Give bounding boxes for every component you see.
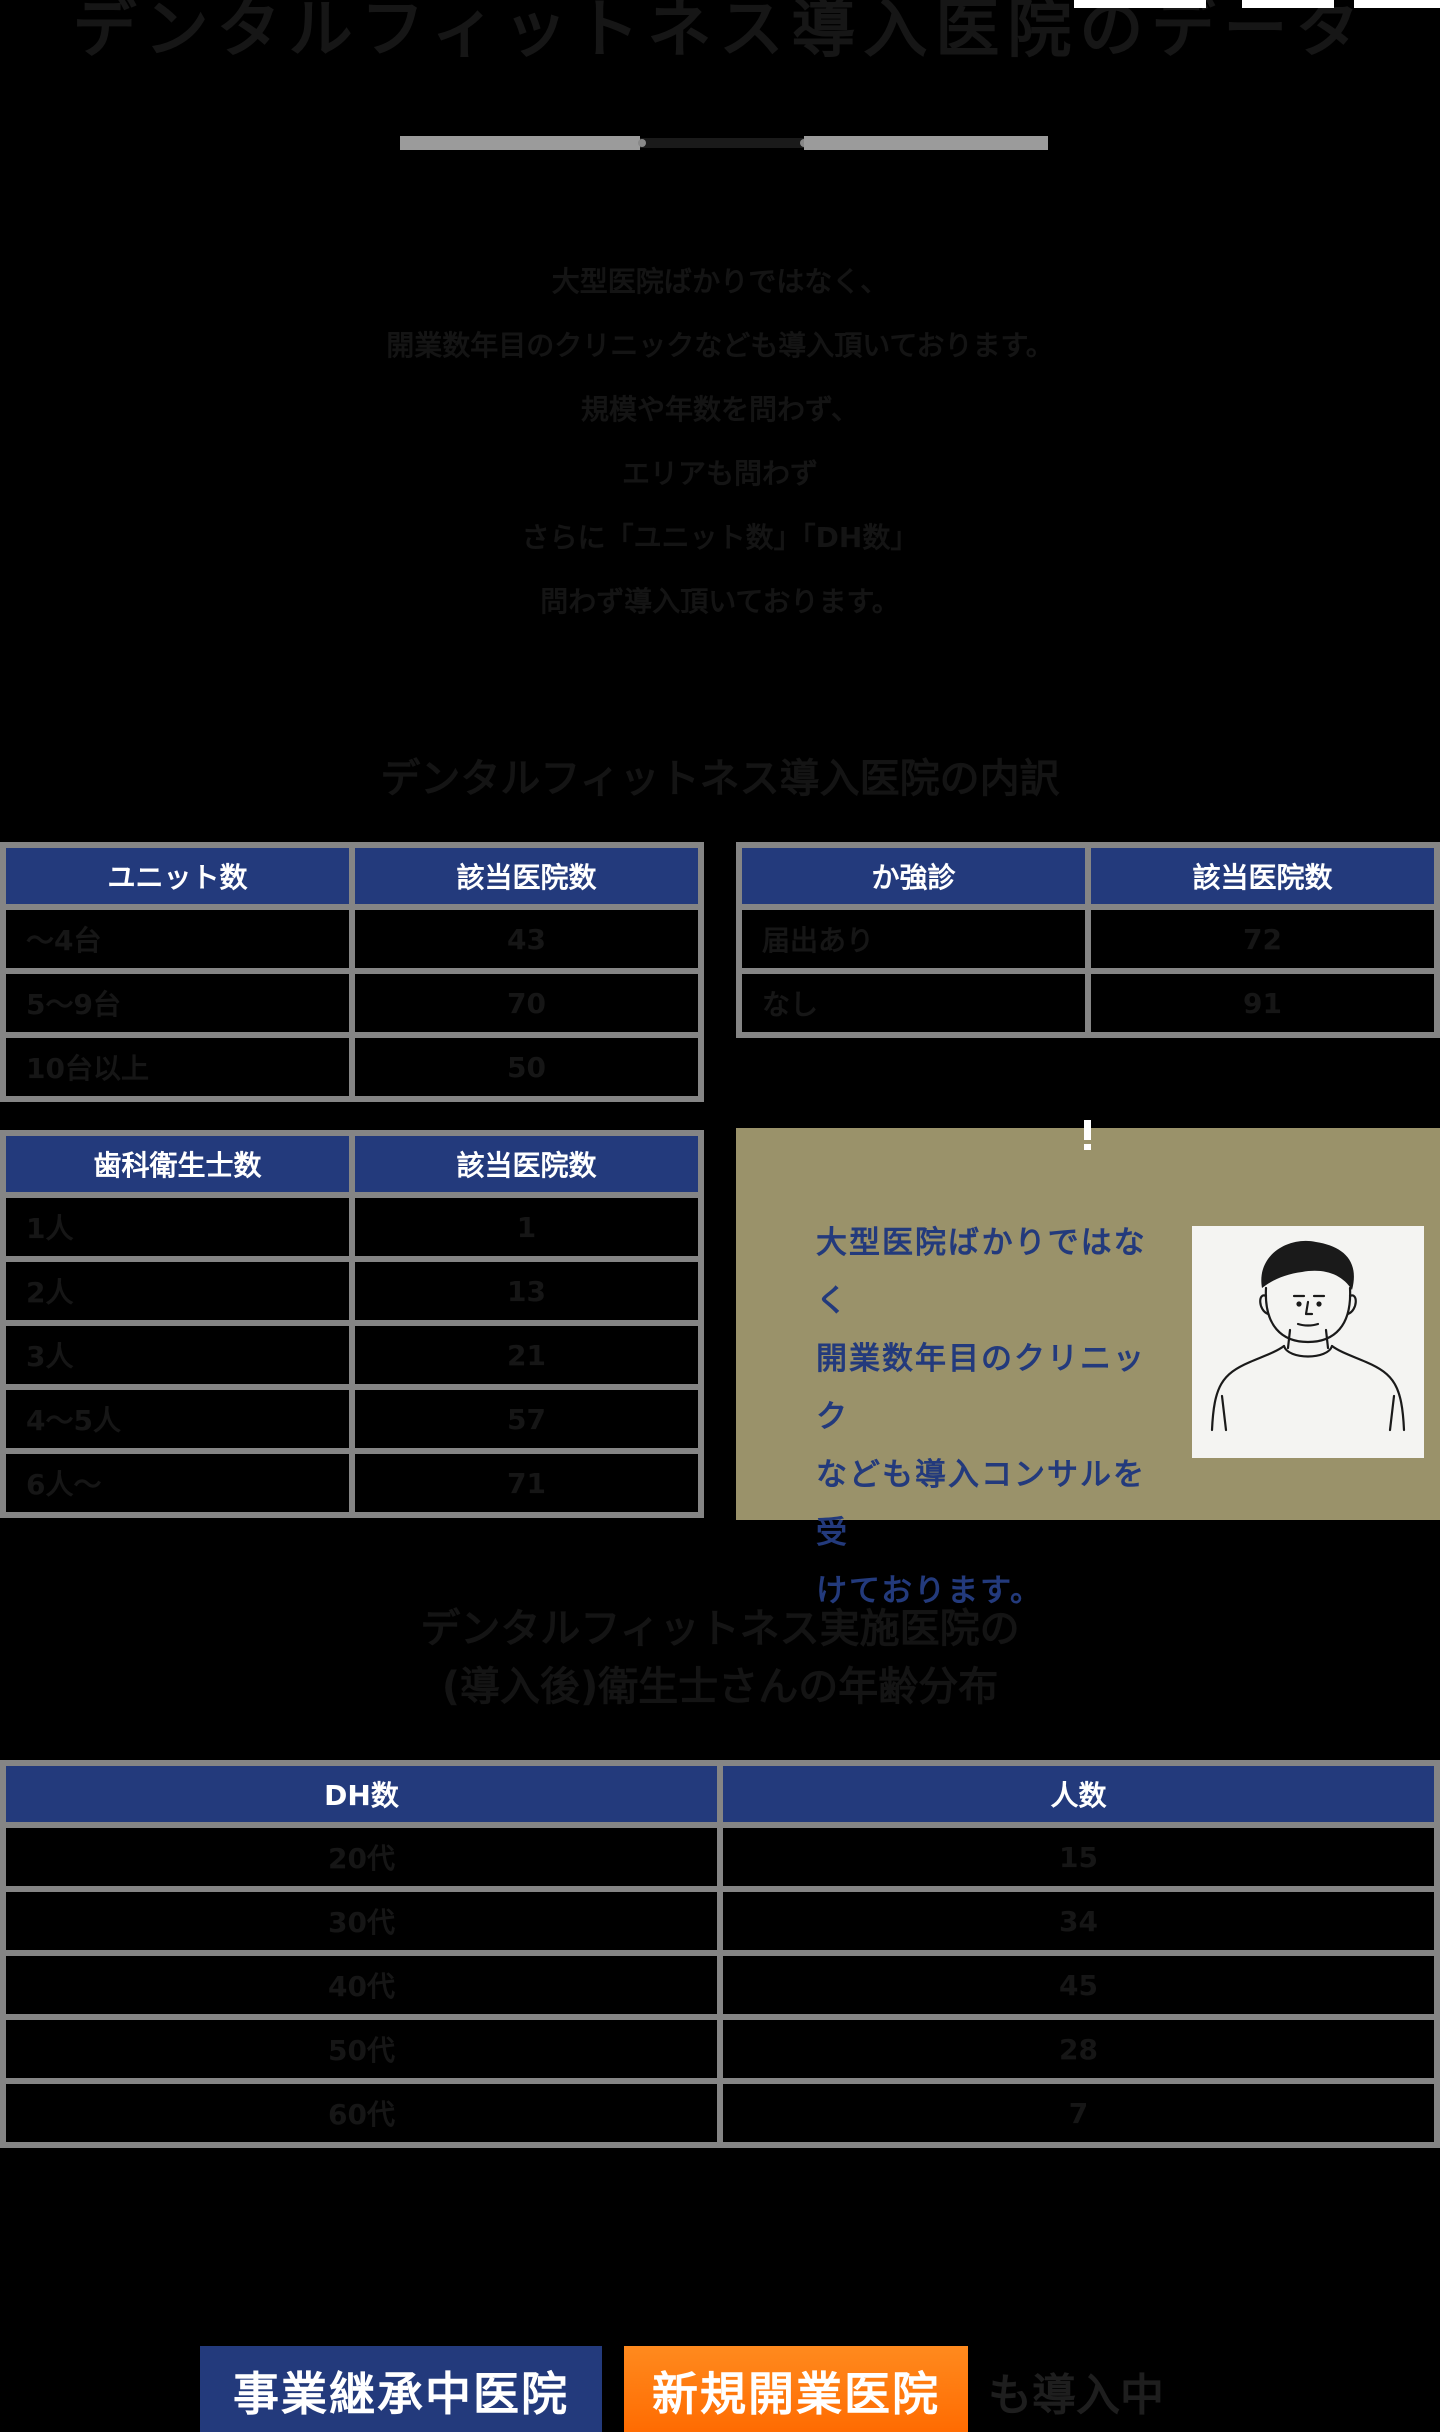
table-cell: 21 bbox=[352, 1323, 701, 1387]
table-header: 人数 bbox=[720, 1763, 1437, 1825]
table-header: 該当医院数 bbox=[1088, 845, 1437, 907]
table-cell: 45 bbox=[720, 1953, 1437, 2017]
promo-message: 大型医院ばかりではなく 開業数年目のクリニック なども導入コンサルを受 けており… bbox=[816, 1214, 1176, 1620]
table-cell: 1 bbox=[352, 1195, 701, 1259]
table-header: 歯科衛生士数 bbox=[3, 1133, 352, 1195]
table-cell: 2人 bbox=[3, 1259, 352, 1323]
table-cell: 60代 bbox=[3, 2081, 720, 2145]
table-cell: 71 bbox=[352, 1451, 701, 1515]
top-decoration-2 bbox=[1242, 0, 1334, 8]
badge-suffix-text: も導入中 bbox=[988, 2370, 1164, 2421]
table-cell: 50 bbox=[352, 1035, 701, 1099]
table-cell: 3人 bbox=[3, 1323, 352, 1387]
succession-clinic-badge: 事業継承中医院 bbox=[200, 2346, 602, 2432]
intro-line: エリアも問わず bbox=[621, 457, 818, 490]
intro-line: 問わず導入頂いております。 bbox=[540, 585, 900, 618]
promo-box: 大型医院ばかりではなく 開業数年目のクリニック なども導入コンサルを受 けており… bbox=[736, 1120, 1440, 1609]
section-title-breakdown: デンタルフィットネス導入医院の内訳 bbox=[380, 756, 1060, 802]
intro-line: 大型医院ばかりではなく、 bbox=[551, 265, 889, 298]
new-opening-clinic-badge: 新規開業医院 bbox=[624, 2346, 968, 2432]
table-cell: 6人～ bbox=[3, 1451, 352, 1515]
top-decoration-3 bbox=[1354, 0, 1440, 8]
table-cell: 40代 bbox=[3, 1953, 720, 2017]
table-header: 該当医院数 bbox=[352, 845, 701, 907]
table-header: か強診 bbox=[739, 845, 1088, 907]
promo-line: 開業数年目のクリニック bbox=[816, 1341, 1146, 1435]
table-header: 該当医院数 bbox=[352, 1133, 701, 1195]
table-cell: ～4台 bbox=[3, 907, 352, 971]
table-cell: なし bbox=[739, 971, 1088, 1035]
units-table: ユニット数 該当医院数 ～4台 43 5～9台 70 10台以上 50 bbox=[0, 842, 704, 1102]
age-distribution-table: DH数 人数 20代 15 30代 34 40代 45 50代 28 60代 7 bbox=[0, 1760, 1440, 2148]
table-cell: 届出あり bbox=[739, 907, 1088, 971]
top-decoration-1 bbox=[1074, 0, 1206, 8]
person-illustration-icon bbox=[1192, 1226, 1424, 1458]
table-cell: 13 bbox=[352, 1259, 701, 1323]
kakyoshin-table: か強診 該当医院数 届出あり 72 なし 91 bbox=[736, 842, 1440, 1038]
table-cell: 20代 bbox=[3, 1825, 720, 1889]
section-title-line: (導入後)衛生士さんの年齢分布 bbox=[441, 1664, 999, 1710]
table-cell: 30代 bbox=[3, 1889, 720, 1953]
clinic-type-badges: 事業継承中医院 新規開業医院 も導入中 bbox=[0, 2340, 1440, 2432]
intro-line: 規模や年数を問わず、 bbox=[580, 393, 860, 426]
table-cell: 70 bbox=[352, 971, 701, 1035]
table-cell: 4～5人 bbox=[3, 1387, 352, 1451]
exclamation-icon bbox=[1082, 1120, 1092, 1150]
table-cell: 43 bbox=[352, 907, 701, 971]
table-cell: 28 bbox=[720, 2017, 1437, 2081]
table-header: ユニット数 bbox=[3, 845, 352, 907]
table-cell: 15 bbox=[720, 1825, 1437, 1889]
page-title: デンタルフィットネス導入医院のデータ bbox=[72, 0, 1368, 67]
section-title-age: デンタルフィットネス実施医院の (導入後)衛生士さんの年齢分布 bbox=[0, 1600, 1440, 1716]
table-cell: 72 bbox=[1088, 907, 1437, 971]
table-cell: 10台以上 bbox=[3, 1035, 352, 1099]
table-header: DH数 bbox=[3, 1763, 720, 1825]
dh-count-table: 歯科衛生士数 該当医院数 1人 1 2人 13 3人 21 4～5人 57 6人… bbox=[0, 1130, 704, 1518]
table-cell: 50代 bbox=[3, 2017, 720, 2081]
table-cell: 5～9台 bbox=[3, 971, 352, 1035]
section-title-line: デンタルフィットネス実施医院の bbox=[420, 1606, 1020, 1652]
table-cell: 1人 bbox=[3, 1195, 352, 1259]
promo-line: なども導入コンサルを受 bbox=[816, 1457, 1146, 1551]
table-cell: 91 bbox=[1088, 971, 1437, 1035]
intro-text: 大型医院ばかりではなく、 開業数年目のクリニックなども導入頂いております。 規模… bbox=[0, 250, 1440, 634]
promo-line: 大型医院ばかりではなく bbox=[816, 1225, 1147, 1319]
table-cell: 57 bbox=[352, 1387, 701, 1451]
intro-line: さらに「ユニット数」「DH数」 bbox=[521, 521, 919, 554]
table-cell: 7 bbox=[720, 2081, 1437, 2145]
table-cell: 34 bbox=[720, 1889, 1437, 1953]
intro-line: 開業数年目のクリニックなども導入頂いております。 bbox=[386, 329, 1054, 362]
title-divider bbox=[400, 136, 1048, 150]
